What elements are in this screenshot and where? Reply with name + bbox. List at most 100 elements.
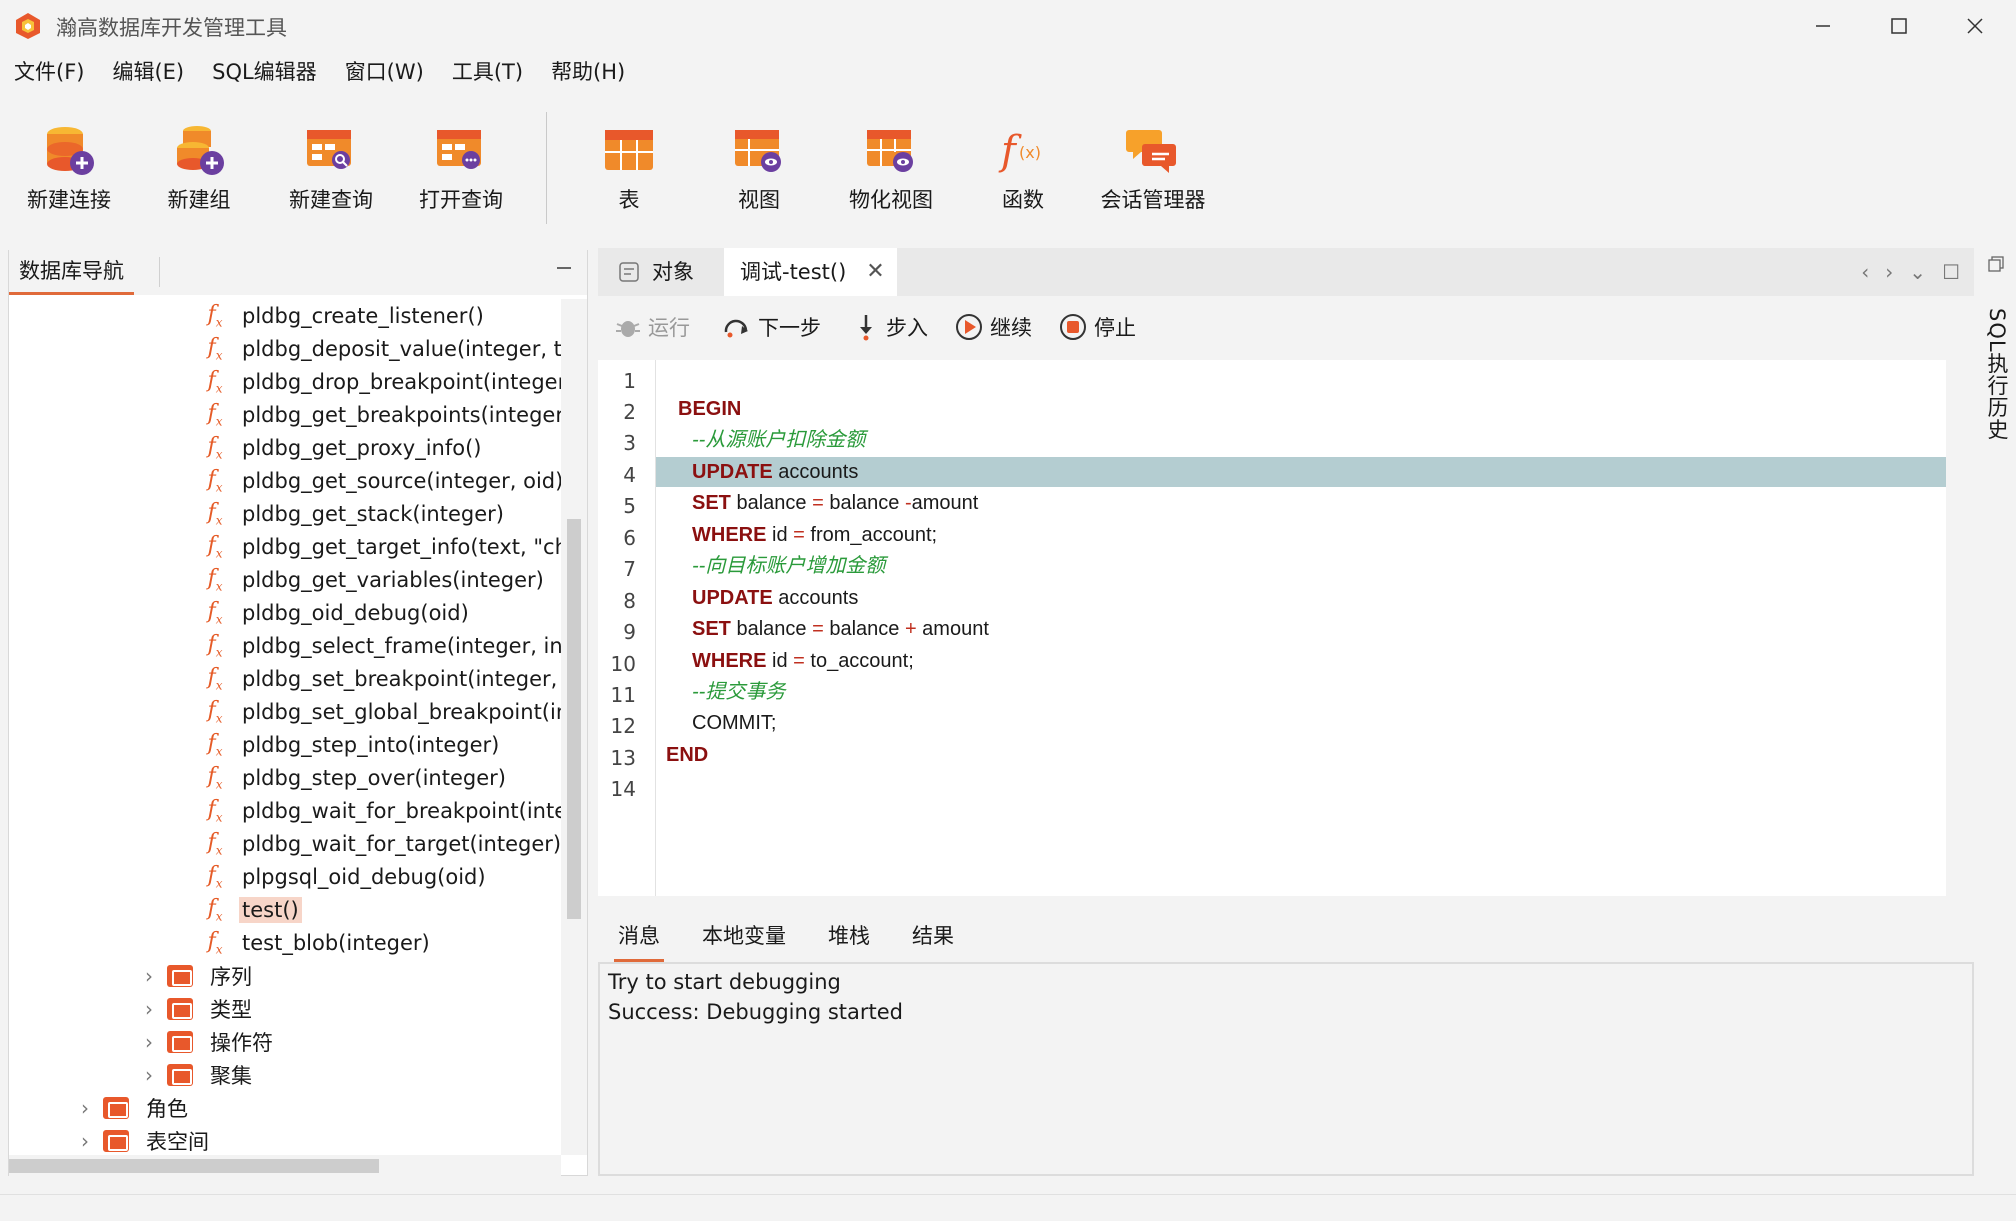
tab-database-navigator[interactable]: 数据库导航	[9, 249, 134, 295]
identifier: id	[766, 650, 794, 672]
menu-sql-editor[interactable]: SQL编辑器	[198, 54, 331, 92]
tree-item-function[interactable]: fx pldbg_step_into(integer)	[199, 728, 502, 761]
scrollbar-thumb[interactable]	[567, 519, 581, 919]
tree-item-function-selected[interactable]: fx test()	[199, 893, 302, 926]
tree-item-function[interactable]: fx pldbg_get_target_info(text, "cha	[199, 530, 563, 563]
tree-item-label: pldbg_oid_debug(oid)	[242, 600, 469, 625]
tree-item-function[interactable]: fx test_blob(integer)	[199, 926, 433, 959]
chevron-right-icon[interactable]: ›	[139, 997, 159, 1021]
menu-tools[interactable]: 工具(T)	[438, 54, 537, 92]
session-manager-button[interactable]: 会话管理器	[1088, 108, 1218, 218]
maximize-panel-icon[interactable]: ☐	[1942, 260, 1960, 284]
step-over-icon	[724, 319, 748, 338]
scrollbar-thumb[interactable]	[9, 1159, 379, 1173]
navigator-horizontal-scrollbar[interactable]	[9, 1155, 561, 1177]
tree-item-function[interactable]: fx pldbg_oid_debug(oid)	[199, 596, 472, 629]
table-button[interactable]: 表	[564, 108, 694, 218]
identifier: COMMIT;	[692, 712, 777, 734]
chevron-down-icon[interactable]: ⌄	[1909, 260, 1926, 284]
line-number: 11	[610, 683, 636, 707]
materialized-view-button[interactable]: 物化视图	[826, 108, 956, 218]
new-connection-button[interactable]: 新建连接	[4, 108, 134, 218]
tree-item-roles[interactable]: › 角色	[75, 1091, 191, 1124]
code-line-9: SET balance = balance + amount	[656, 614, 1946, 644]
step-over-button[interactable]: 下一步	[722, 312, 821, 342]
new-query-button[interactable]: 新建查询	[266, 108, 396, 218]
tree-item-function[interactable]: fx pldbg_select_frame(integer, inte	[199, 629, 563, 662]
stop-button[interactable]: 停止	[1058, 312, 1136, 342]
tree-item-label: pldbg_drop_breakpoint(integer,	[242, 369, 563, 394]
chevron-right-icon[interactable]: ›	[139, 1063, 159, 1087]
view-button[interactable]: 视图	[694, 108, 824, 218]
chevron-left-icon[interactable]: ‹	[1861, 260, 1869, 284]
code-editor[interactable]: 1 2 3 4 5 6 7 8 9 10 11 12 13 14 BEGIN -…	[598, 360, 1946, 896]
tree-item-function[interactable]: fx pldbg_get_variables(integer)	[199, 563, 547, 596]
function-icon: f (x)	[998, 128, 1041, 174]
new-group-button[interactable]: 新建组	[134, 108, 264, 218]
right-side-rail: SQL执行历史	[1978, 248, 2016, 1178]
close-button[interactable]	[1950, 8, 2000, 44]
open-query-button[interactable]: 打开查询	[396, 108, 526, 218]
tree-item-function[interactable]: fx pldbg_create_listener()	[199, 299, 487, 332]
step-into-button[interactable]: 步入	[854, 312, 928, 342]
tree-item-tablespaces[interactable]: › 表空间	[75, 1124, 212, 1155]
line-number: 12	[610, 714, 636, 738]
maximize-button[interactable]	[1874, 8, 1924, 44]
bug-icon	[616, 321, 640, 337]
tree-item-function[interactable]: fx pldbg_set_global_breakpoint(int	[199, 695, 563, 728]
tree-item-aggregates[interactable]: › 聚集	[139, 1058, 255, 1091]
tree-item-function[interactable]: fx pldbg_set_breakpoint(integer, o	[199, 662, 563, 695]
tree-item-function[interactable]: fx pldbg_wait_for_target(integer)	[199, 827, 563, 860]
tree-item-label: pldbg_get_target_info(text, "cha	[242, 534, 563, 559]
function-icon: fx	[207, 664, 223, 693]
menu-file[interactable]: 文件(F)	[0, 54, 98, 92]
sql-history-tab[interactable]: SQL执行历史	[1982, 308, 2012, 441]
minimize-button[interactable]	[1798, 8, 1848, 44]
run-button[interactable]: 运行	[614, 312, 690, 342]
function-label: 函数	[1002, 188, 1044, 212]
function-icon: fx	[207, 895, 223, 924]
code-line-11: --提交事务	[656, 677, 1946, 707]
tree-item-function[interactable]: fx pldbg_get_stack(integer)	[199, 497, 507, 530]
tree-item-function[interactable]: fx pldbg_wait_for_breakpoint(integ	[199, 794, 563, 827]
navigator-vertical-scrollbar[interactable]	[561, 299, 587, 1155]
tab-messages[interactable]: 消息	[614, 912, 664, 962]
new-connection-label: 新建连接	[27, 188, 111, 212]
function-icon: fx	[207, 928, 223, 957]
tree-item-function[interactable]: fx pldbg_step_over(integer)	[199, 761, 509, 794]
tree-item-function[interactable]: fx pldbg_deposit_value(integer, te:	[199, 332, 563, 365]
tab-results[interactable]: 结果	[912, 912, 954, 962]
editor-vertical-scrollbar[interactable]	[1948, 360, 1974, 896]
tree-item-function[interactable]: fx pldbg_get_source(integer, oid)	[199, 464, 563, 497]
tab-objects[interactable]: 对象	[608, 248, 712, 296]
tab-stack[interactable]: 堆栈	[828, 912, 870, 962]
tree-item-sequences[interactable]: › 序列	[139, 959, 255, 992]
tab-local-variables[interactable]: 本地变量	[702, 912, 786, 962]
tree-item-label: 类型	[210, 997, 252, 1022]
chevron-right-icon[interactable]: ›	[75, 1129, 95, 1153]
restore-panel-icon[interactable]	[1986, 254, 2006, 274]
chevron-right-icon[interactable]: ›	[139, 1030, 159, 1054]
menu-help[interactable]: 帮助(H)	[537, 54, 639, 92]
tree-item-function[interactable]: fx pldbg_drop_breakpoint(integer,	[199, 365, 563, 398]
function-button[interactable]: f (x) 函数	[958, 108, 1088, 218]
minimize-panel-icon[interactable]	[557, 267, 571, 269]
line-number: 9	[623, 620, 636, 644]
tree-item-function[interactable]: fx plpgsql_oid_debug(oid)	[199, 860, 489, 893]
menu-edit[interactable]: 编辑(E)	[98, 54, 198, 92]
chevron-right-icon[interactable]: ›	[139, 964, 159, 988]
tab-debug-test[interactable]: 调试-test() ✕	[724, 248, 897, 296]
code-line-6: WHERE id = from_account;	[656, 520, 1946, 550]
function-icon: fx	[207, 697, 223, 726]
menu-window[interactable]: 窗口(W)	[331, 54, 438, 92]
tree-item-function[interactable]: fx pldbg_get_proxy_info()	[199, 431, 484, 464]
tree-item-types[interactable]: › 类型	[139, 992, 255, 1025]
chevron-right-icon[interactable]: ›	[75, 1096, 95, 1120]
close-tab-icon[interactable]: ✕	[866, 248, 884, 296]
new-query-icon	[307, 130, 351, 169]
chevron-right-icon[interactable]: ›	[1885, 260, 1893, 284]
tree-item-operators[interactable]: › 操作符	[139, 1025, 276, 1058]
continue-button[interactable]: 继续	[954, 312, 1032, 342]
tree-item-function[interactable]: fx pldbg_get_breakpoints(integer)	[199, 398, 563, 431]
tree-item-label: pldbg_wait_for_target(integer)	[242, 831, 562, 856]
